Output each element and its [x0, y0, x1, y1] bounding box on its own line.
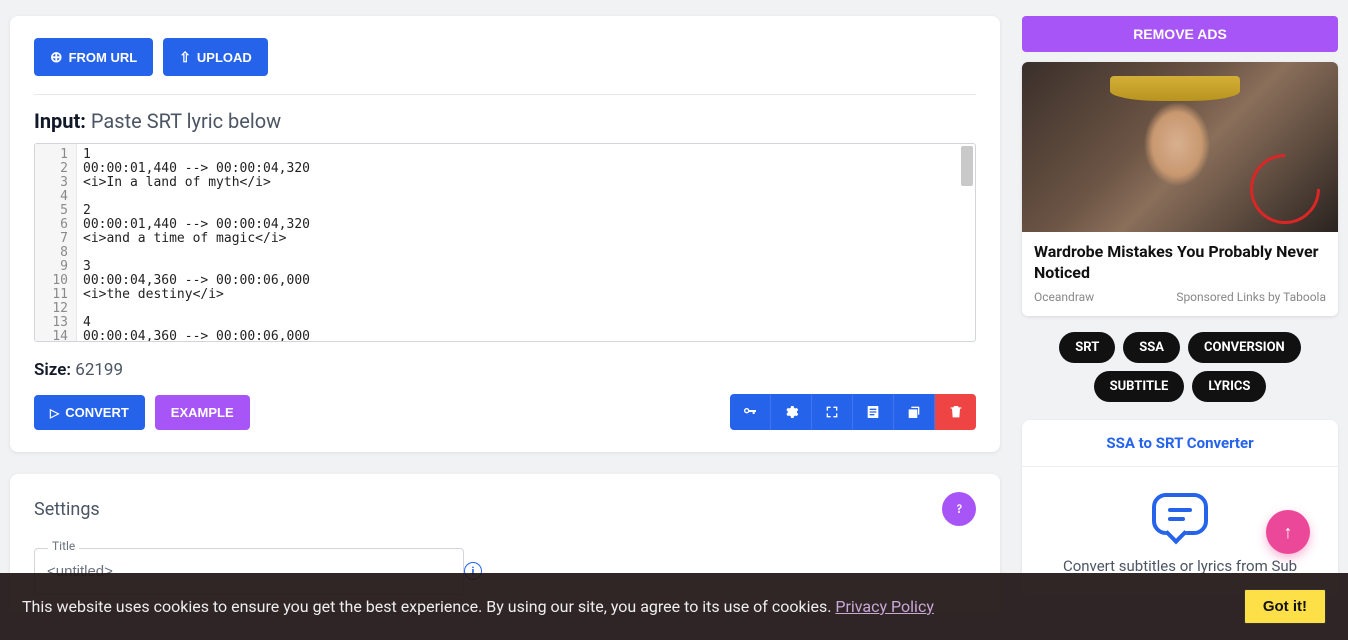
key-icon [742, 404, 758, 420]
ad-image [1022, 62, 1338, 232]
input-heading: Input: Paste SRT lyric below [34, 109, 976, 133]
divider [34, 94, 976, 95]
copy-button[interactable] [894, 394, 935, 430]
converter-desc: Convert subtitles or lyrics from Sub [1036, 557, 1324, 575]
converter-title[interactable]: SSA to SRT Converter [1022, 420, 1338, 467]
tag-lyrics[interactable]: LYRICS [1192, 371, 1266, 402]
remove-ads-button[interactable]: REMOVE ADS [1022, 16, 1338, 52]
settings-title: Settings [34, 499, 100, 520]
scroll-top-button[interactable]: ↑ [1266, 510, 1310, 554]
tag-ssa[interactable]: SSA [1123, 332, 1180, 363]
ad-title: Wardrobe Mistakes You Probably Never Not… [1034, 242, 1326, 284]
gear-icon [783, 404, 799, 420]
tag-srt[interactable]: SRT [1059, 332, 1115, 363]
editor-toolbar [730, 394, 976, 430]
key-button[interactable] [730, 394, 771, 430]
settings-help-button[interactable] [942, 492, 976, 526]
tag-conversion[interactable]: CONVERSION [1188, 332, 1301, 363]
cookie-banner: This website uses cookies to ensure you … [0, 573, 1348, 640]
size-indicator: Size: 62199 [34, 360, 976, 380]
example-label: EXAMPLE [171, 405, 234, 420]
code-area[interactable]: 100:00:01,440 --> 00:00:04,320<i>In a la… [77, 144, 975, 341]
scrollbar-thumb[interactable] [961, 146, 973, 186]
ad-source: Oceandraw [1034, 290, 1094, 304]
article-icon [865, 404, 881, 420]
gear-button[interactable] [771, 394, 812, 430]
ad-sponsored[interactable]: Sponsored Links by Taboola [1176, 290, 1326, 304]
upload-label: UPLOAD [197, 50, 252, 65]
from-url-button[interactable]: FROM URL [34, 38, 153, 76]
expand-icon [824, 404, 840, 420]
article-button[interactable] [853, 394, 894, 430]
cookie-text: This website uses cookies to ensure you … [22, 597, 835, 616]
play-icon [50, 405, 59, 420]
question-icon [951, 501, 967, 517]
from-url-label: FROM URL [69, 50, 138, 65]
ad-card[interactable]: Wardrobe Mistakes You Probably Never Not… [1022, 62, 1338, 316]
expand-button[interactable] [812, 394, 853, 430]
trash-icon [948, 404, 964, 420]
copy-icon [906, 404, 922, 420]
upload-button[interactable]: UPLOAD [163, 38, 268, 76]
srt-editor[interactable]: 1234567891011121314 100:00:01,440 --> 00… [34, 143, 976, 342]
convert-button[interactable]: CONVERT [34, 395, 145, 430]
example-button[interactable]: EXAMPLE [155, 395, 250, 430]
globe-icon [50, 48, 63, 66]
tag-list: SRT SSA CONVERSIONSUBTITLELYRICS [1022, 332, 1338, 402]
cookie-accept-button[interactable]: Got it! [1244, 589, 1326, 624]
chat-icon [1152, 493, 1208, 541]
line-gutter: 1234567891011121314 [35, 144, 77, 341]
convert-label: CONVERT [65, 405, 129, 420]
privacy-link[interactable]: Privacy Policy [835, 597, 934, 616]
delete-button[interactable] [935, 394, 976, 430]
title-field-label: Title [48, 539, 79, 553]
arrow-up-icon: ↑ [1284, 522, 1293, 543]
upload-icon [179, 49, 191, 66]
tag-subtitle[interactable]: SUBTITLE [1094, 371, 1185, 402]
